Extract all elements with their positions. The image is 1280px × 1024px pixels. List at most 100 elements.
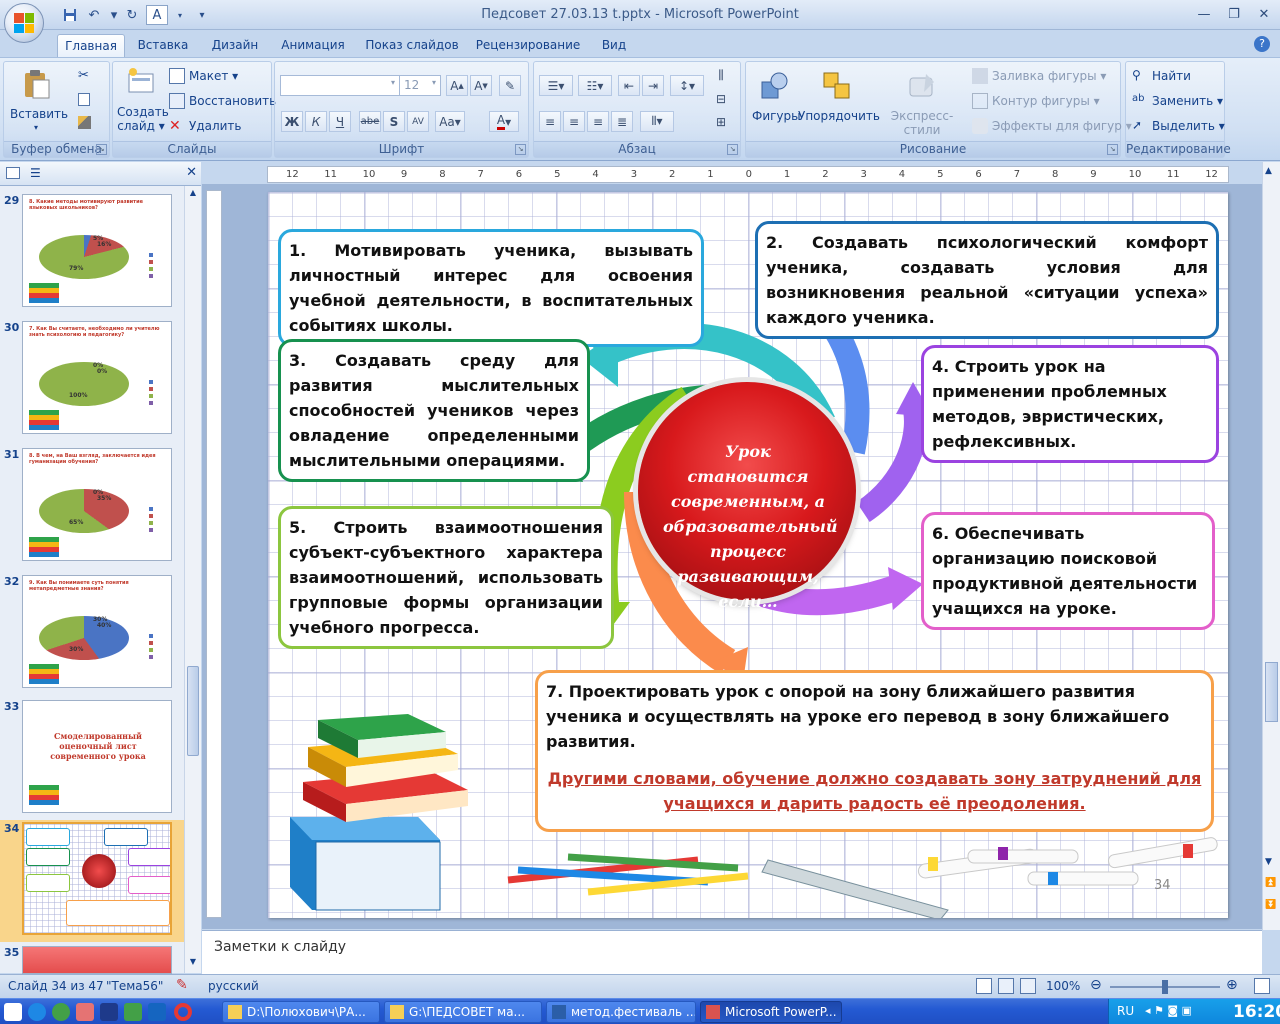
box-1[interactable]: 1. Мотивировать ученика, вызывать личнос… <box>278 229 704 347</box>
box-3[interactable]: 3. Создавать среду для развития мыслител… <box>278 339 590 482</box>
numbering-button[interactable]: ☷▾ <box>578 75 612 96</box>
change-case-button[interactable]: Aa▾ <box>435 111 465 132</box>
tab-home[interactable]: Главная <box>57 34 125 58</box>
prev-slide-icon[interactable]: ⏫ <box>1265 878 1276 888</box>
slide-34[interactable]: Урок становится современным, а образоват… <box>268 192 1228 918</box>
paste-button[interactable]: Вставить ▾ <box>10 68 68 135</box>
format-painter-button[interactable] <box>78 112 95 132</box>
select-button[interactable]: ➚ Выделить ▾ <box>1132 116 1225 136</box>
box-4[interactable]: 4. Строить урок на применении проблемных… <box>921 345 1219 463</box>
office-button[interactable] <box>4 3 44 43</box>
shape-fill-button[interactable]: Заливка фигуры ▾ <box>972 66 1106 86</box>
text-direction-icon[interactable]: ⫼ <box>710 65 732 86</box>
normal-view-icon[interactable] <box>976 978 992 994</box>
app-icon[interactable] <box>76 1003 94 1021</box>
fit-to-window-icon[interactable] <box>1254 978 1270 994</box>
box-5[interactable]: 5. Строить взаимоотношения субъект-субъе… <box>278 506 614 649</box>
scroll-up-icon[interactable]: ▲ <box>187 188 199 202</box>
delete-slide-button[interactable]: ✕ Удалить <box>169 116 242 136</box>
task-powerpoint[interactable]: Microsoft PowerP... <box>700 1001 842 1023</box>
clock[interactable]: 16:20 <box>1233 1002 1280 1022</box>
paragraph-launcher-icon[interactable]: ↘ <box>727 144 738 155</box>
tab-review[interactable]: Рецензирование <box>472 34 584 58</box>
box-7[interactable]: 7. Проектировать урок с опорой на зону б… <box>535 670 1214 832</box>
scroll-up-icon[interactable]: ▲ <box>1265 166 1272 176</box>
shapes-button[interactable]: Фигуры <box>752 70 801 123</box>
font-launcher-icon[interactable]: ↘ <box>515 144 526 155</box>
slideshow-view-icon[interactable] <box>1020 978 1036 994</box>
language[interactable]: русский <box>208 979 259 993</box>
sorter-view-icon[interactable] <box>998 978 1014 994</box>
strikethrough-button[interactable]: abe <box>359 111 381 132</box>
align-right-button[interactable]: ≡ <box>587 111 609 132</box>
justify-button[interactable]: ≣ <box>611 111 633 132</box>
clipboard-launcher-icon[interactable]: ↘ <box>96 144 107 155</box>
thumbnail-35[interactable]: 35 <box>0 944 184 974</box>
copy-button[interactable] <box>78 89 94 109</box>
font-size-input[interactable]: 12 ▾ <box>399 75 441 96</box>
thumbnail-30[interactable]: 30 7. Как Вы считаете, необходимо ли учит… <box>0 319 184 441</box>
shape-outline-button[interactable]: Контур фигуры ▾ <box>972 91 1100 111</box>
char-spacing-button[interactable]: AV <box>407 111 429 132</box>
thumbnail-34[interactable]: 34 <box>0 820 184 942</box>
italic-button[interactable]: К <box>305 111 327 132</box>
replace-button[interactable]: ab Заменить ▾ <box>1132 91 1223 111</box>
shrink-font-button[interactable]: A ▼ <box>470 75 492 96</box>
panel-scroll-thumb[interactable] <box>187 666 199 756</box>
tab-view[interactable]: Вид <box>594 34 634 58</box>
tab-insert[interactable]: Вставка <box>132 34 194 58</box>
font-color-button[interactable]: A ▾ <box>489 111 519 132</box>
align-center-button[interactable]: ≡ <box>563 111 585 132</box>
thumbnail-32[interactable]: 32 9. Как Вы понимаете суть понятия метап… <box>0 573 184 695</box>
media-icon[interactable] <box>52 1003 70 1021</box>
quick-styles-button[interactable]: Экспресс-стили <box>876 70 968 137</box>
panel-scrollbar[interactable]: ▲ ▼ <box>184 186 201 973</box>
zoom-level[interactable]: 100% <box>1046 979 1080 993</box>
zoom-slider-thumb[interactable] <box>1162 980 1168 994</box>
ie-icon[interactable] <box>28 1003 46 1021</box>
decrease-indent-button[interactable]: ⇤ <box>618 75 640 96</box>
thumbnail-29[interactable]: 29 8. Какие методы мотивируют развитие яз… <box>0 192 184 314</box>
tab-animation[interactable]: Анимация <box>276 34 350 58</box>
zoom-out-icon[interactable]: ⊖ <box>1090 977 1102 993</box>
thumbnail-33[interactable]: 33 Смоделированный оценочный лист совреме… <box>0 698 184 820</box>
zoom-in-icon[interactable]: ⊕ <box>1226 977 1238 993</box>
restore-button[interactable]: ❐ <box>1220 4 1248 24</box>
excel-icon[interactable] <box>124 1003 142 1021</box>
line-spacing-button[interactable]: ↕▾ <box>670 75 704 96</box>
tray-icons[interactable]: ◂ ⚑ ◙ ▣ <box>1145 1004 1192 1017</box>
tab-slideshow[interactable]: Показ слайдов <box>362 34 462 58</box>
shadow-button[interactable]: S <box>383 111 405 132</box>
align-text-icon[interactable]: ⊟ <box>710 88 732 109</box>
align-left-button[interactable]: ≡ <box>539 111 561 132</box>
outlook-icon[interactable] <box>148 1003 166 1021</box>
main-scrollbar[interactable]: ▲ ▼ ⏫ ⏬ <box>1262 162 1280 930</box>
columns-button[interactable]: ⫴▾ <box>640 111 674 132</box>
close-panel-icon[interactable]: ✕ <box>186 165 197 180</box>
task-word[interactable]: метод.фестиваль ... <box>546 1001 696 1023</box>
layout-button[interactable]: Макет ▾ <box>169 66 238 86</box>
main-scroll-thumb[interactable] <box>1265 662 1278 722</box>
outline-tab-icon[interactable]: ☰ <box>30 166 44 180</box>
font-name-input[interactable]: ▾ <box>280 75 400 96</box>
new-slide-button[interactable]: Создать слайд ▾ <box>117 66 169 133</box>
thumbnail-31[interactable]: 31 8. В чем, на Ваш взгляд, заключается и… <box>0 446 184 568</box>
grow-font-button[interactable]: A ▲ <box>446 75 468 96</box>
clear-format-button[interactable]: ✎ <box>499 75 521 96</box>
drawing-launcher-icon[interactable]: ↘ <box>1107 144 1118 155</box>
bullets-button[interactable]: ☰▾ <box>539 75 573 96</box>
scroll-down-icon[interactable]: ▼ <box>187 957 199 971</box>
increase-indent-button[interactable]: ⇥ <box>642 75 664 96</box>
reset-button[interactable]: Восстановить <box>169 91 276 111</box>
opera-icon[interactable] <box>174 1003 192 1021</box>
spellcheck-icon[interactable]: ✎ <box>176 977 188 993</box>
cut-button[interactable]: ✂ <box>78 66 98 86</box>
box-2[interactable]: 2. Создавать психологический комфорт уче… <box>755 221 1219 339</box>
bold-button[interactable]: Ж <box>281 111 303 132</box>
underline-button[interactable]: Ч <box>329 111 351 132</box>
language-indicator[interactable]: RU <box>1117 1004 1134 1018</box>
arrange-button[interactable]: Упорядочить <box>798 70 880 123</box>
task-folder-1[interactable]: D:\Полюхович\РА... <box>222 1001 380 1023</box>
smartart-icon[interactable]: ⊞ <box>710 111 732 132</box>
word-icon[interactable] <box>100 1003 118 1021</box>
